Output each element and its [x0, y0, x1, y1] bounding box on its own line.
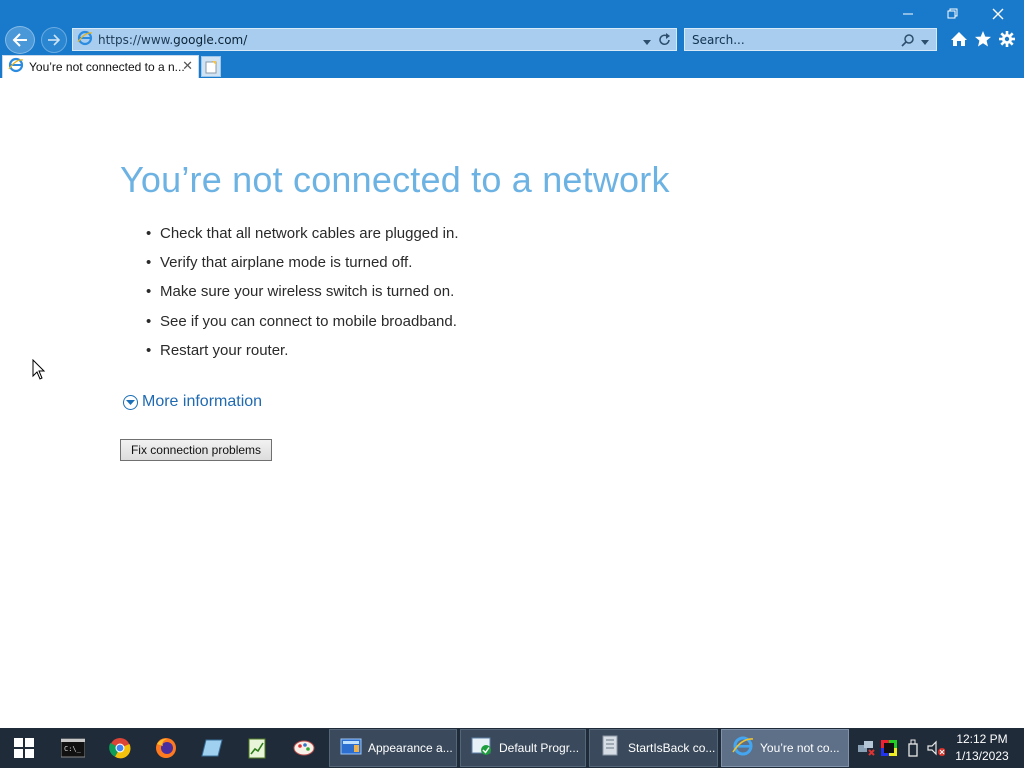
list-item: • Make sure your wireless switch is turne…	[146, 280, 459, 309]
start-button[interactable]	[1, 728, 47, 768]
refresh-icon[interactable]	[658, 32, 672, 51]
tab-close-icon[interactable]: ✕	[182, 59, 193, 74]
bullet: •	[146, 312, 152, 330]
chrome-button[interactable]	[97, 728, 143, 768]
app-button[interactable]	[281, 728, 327, 768]
default-programs-icon	[471, 736, 493, 760]
home-button[interactable]	[949, 29, 969, 49]
app-button[interactable]	[189, 728, 235, 768]
task-label: Appearance a...	[368, 741, 453, 755]
address-bar[interactable]: https://www.google.com/	[72, 28, 677, 51]
forward-arrow-icon	[48, 34, 61, 46]
tip-text: Verify that airplane mode is turned off.	[160, 254, 413, 272]
tip-text: Restart your router.	[160, 341, 289, 359]
mouse-cursor-icon	[32, 358, 46, 385]
fix-connection-button[interactable]: Fix connection problems	[120, 439, 272, 461]
tab-active[interactable]: You’re not connected to a n... ✕	[2, 55, 199, 78]
clock-time: 12:12 PM	[956, 732, 1008, 746]
tip-text: See if you can connect to mobile broadba…	[160, 312, 457, 330]
forward-button[interactable]	[41, 27, 67, 53]
url-domain: google.com/	[173, 32, 248, 47]
tip-text: Check that all network cables are plugge…	[160, 225, 459, 242]
command-prompt-button[interactable]: C:\_	[50, 728, 96, 768]
clock-date: 1/13/2023	[955, 749, 1009, 763]
taskbar-task-active[interactable]: You’re not co...	[721, 729, 849, 767]
search-dropdown-icon[interactable]	[920, 32, 930, 51]
new-tab-button[interactable]	[201, 56, 221, 77]
command-prompt-icon: C:\_	[61, 738, 85, 758]
bullet: •	[146, 254, 152, 272]
url-prefix: https://www.	[98, 32, 174, 47]
firefox-button[interactable]	[143, 728, 189, 768]
network-tray-icon[interactable]	[857, 739, 875, 757]
firefox-icon	[156, 738, 176, 758]
bullet: •	[146, 283, 152, 301]
tab-title: You’re not connected to a n...	[29, 60, 185, 74]
internet-explorer-icon	[732, 735, 754, 761]
taskbar-task[interactable]: StartIsBack co...	[589, 729, 718, 767]
browser-chrome: https://www.google.com/ Search... You’re…	[0, 0, 1024, 78]
paint-icon	[293, 740, 315, 756]
taskbar-task[interactable]: Appearance a...	[329, 729, 457, 767]
chrome-icon	[109, 738, 131, 759]
bullet: •	[146, 341, 152, 359]
startisback-icon	[600, 735, 622, 761]
appearance-icon	[340, 736, 362, 760]
tip-text: Make sure your wireless switch is turned…	[160, 283, 455, 301]
bullet: •	[146, 225, 152, 242]
taskbar: C:\_ Appearance a... Default Progr... St…	[0, 728, 1024, 768]
favorites-button[interactable]	[973, 29, 993, 49]
back-button[interactable]	[5, 26, 35, 54]
address-url: https://www.google.com/	[98, 33, 247, 47]
back-arrow-icon	[12, 33, 27, 47]
windows-logo-icon	[14, 738, 34, 758]
chevron-down-icon	[123, 394, 138, 410]
task-label: StartIsBack co...	[628, 741, 716, 755]
home-icon	[951, 32, 967, 46]
page-content: You’re not connected to a network • Check…	[0, 78, 1024, 728]
app-button[interactable]	[234, 728, 280, 768]
close-window-button[interactable]	[976, 2, 1020, 26]
list-item: • Verify that airplane mode is turned off…	[146, 251, 459, 280]
system-clock[interactable]: 12:12 PM 1/13/2023	[950, 731, 1014, 765]
troubleshooting-tips: • Check that all network cables are plugg…	[146, 222, 459, 368]
task-label: You’re not co...	[760, 741, 840, 755]
restore-icon	[947, 8, 958, 19]
internet-explorer-icon	[77, 30, 93, 50]
new-tab-icon	[205, 60, 217, 73]
minimize-button[interactable]	[886, 2, 930, 26]
internet-explorer-icon	[8, 57, 24, 77]
list-item: • See if you can connect to mobile broadb…	[146, 310, 459, 339]
tools-button[interactable]	[997, 29, 1017, 49]
search-placeholder: Search...	[692, 32, 745, 47]
task-label: Default Progr...	[499, 741, 580, 755]
search-box[interactable]: Search...	[684, 28, 937, 51]
volume-muted-icon[interactable]	[927, 739, 945, 757]
display-tray-icon[interactable]	[880, 739, 898, 757]
close-icon	[992, 8, 1004, 20]
list-item: • Restart your router.	[146, 339, 459, 368]
error-title: You’re not connected to a network	[120, 159, 670, 200]
usb-tray-icon[interactable]	[904, 739, 922, 757]
minimize-icon	[903, 13, 913, 15]
star-icon	[975, 31, 991, 47]
gear-icon	[999, 31, 1015, 47]
list-item: • Check that all network cables are plugg…	[146, 222, 459, 251]
more-information-label: More information	[142, 393, 263, 410]
search-icon[interactable]	[900, 32, 916, 51]
spreadsheet-icon	[248, 738, 266, 759]
svg-text:C:\_: C:\_	[64, 745, 82, 753]
restore-button[interactable]	[931, 2, 975, 26]
more-information-link[interactable]: More information	[123, 393, 262, 411]
address-dropdown-icon[interactable]	[642, 32, 652, 51]
taskbar-task[interactable]: Default Progr...	[460, 729, 586, 767]
notepad-icon	[201, 739, 223, 757]
